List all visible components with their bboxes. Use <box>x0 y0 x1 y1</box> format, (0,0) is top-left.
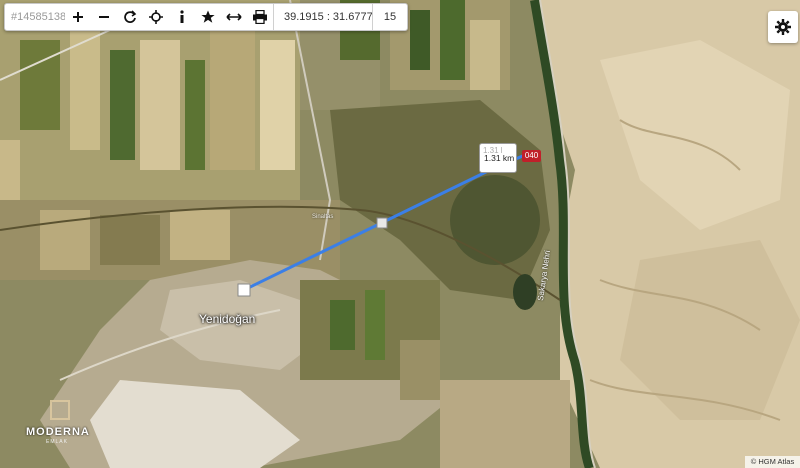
print-button[interactable] <box>247 4 273 30</box>
measure-button[interactable] <box>221 4 247 30</box>
measure-end-badge[interactable]: 040 <box>522 150 541 162</box>
refresh-button[interactable] <box>117 4 143 30</box>
crosshair-icon <box>149 10 163 24</box>
info-button[interactable] <box>169 4 195 30</box>
distance-label: 1.31 l 1.31 km <box>479 143 517 173</box>
gear-icon <box>775 19 791 35</box>
star-icon <box>201 10 215 23</box>
measure-mid-handle <box>376 217 388 229</box>
map-attribution[interactable]: © HGM Atlas <box>745 456 800 468</box>
zoom-in-button[interactable] <box>65 4 91 30</box>
town-label: Yenidoğan <box>199 312 256 326</box>
settings-button[interactable] <box>768 11 798 43</box>
logo-name: MODERNA <box>26 426 90 438</box>
distance-value: 1.31 km <box>484 153 515 163</box>
satellite-map[interactable] <box>0 0 800 468</box>
arrows-horizontal-icon <box>226 13 242 21</box>
locate-button[interactable] <box>143 4 169 30</box>
logo-mark <box>50 400 70 420</box>
logo-tagline: EMLAK <box>46 439 68 445</box>
map-toolbar: #14585138 39.1915 : 31.6777 15 <box>4 3 408 31</box>
favorite-button[interactable] <box>195 4 221 30</box>
plus-icon <box>73 12 83 22</box>
coordinates-readout: 39.1915 : 31.6777 <box>284 11 373 23</box>
listing-id: #14585138 <box>11 11 65 23</box>
info-icon <box>180 10 184 23</box>
watermark-logo: MODERNA EMLAK <box>18 384 108 448</box>
road-label: Sinaltas <box>312 214 334 220</box>
zoom-level: 15 <box>383 11 397 23</box>
zoom-out-button[interactable] <box>91 4 117 30</box>
printer-icon <box>253 10 267 24</box>
refresh-icon <box>124 10 137 23</box>
minus-icon <box>99 16 109 18</box>
measure-start-handle <box>237 283 251 297</box>
